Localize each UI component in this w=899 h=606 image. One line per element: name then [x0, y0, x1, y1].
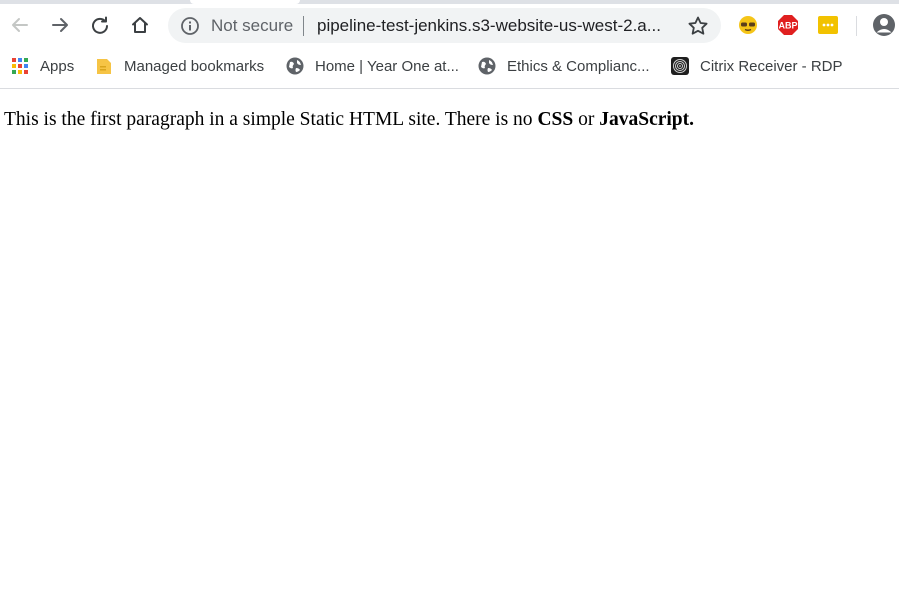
paragraph-text-middle: or	[573, 109, 600, 130]
bookmark-ethics-compliance[interactable]: Ethics & Complianc...	[477, 48, 650, 84]
bookmarks-bar: Apps Managed bookmarks Home | Year One a…	[0, 48, 899, 89]
glasses-extension-icon	[739, 16, 757, 34]
first-paragraph: This is the first paragraph in a simple …	[4, 109, 884, 131]
reload-button[interactable]	[85, 10, 115, 40]
dots-extension-icon	[818, 16, 838, 34]
adblock-plus-icon: ABP	[778, 15, 798, 35]
bookmark-label: Apps	[40, 57, 75, 75]
browser-toolbar: Not secure pipeline-test-jenkins.s3-webs…	[0, 4, 899, 48]
bookmark-citrix-receiver[interactable]: Citrix Receiver - RDP	[670, 48, 843, 84]
globe-icon	[285, 56, 305, 76]
css-bold-text: CSS	[537, 109, 574, 130]
apps-grid-icon	[10, 56, 30, 76]
forward-arrow-icon	[52, 18, 68, 32]
home-button[interactable]	[125, 10, 155, 40]
profile-button[interactable]	[872, 13, 896, 37]
citrix-icon	[670, 56, 690, 76]
url-separator	[303, 16, 304, 36]
bookmark-label: Home | Year One at...	[315, 57, 459, 75]
back-button[interactable]	[5, 10, 35, 40]
glasses-extension-button[interactable]	[737, 14, 759, 36]
forward-button[interactable]	[45, 10, 75, 40]
back-arrow-icon	[12, 18, 28, 32]
bookmark-star-icon[interactable]	[686, 14, 710, 38]
toolbar-separator	[856, 16, 857, 36]
bookmark-managed-bookmarks[interactable]: Managed bookmarks	[94, 48, 264, 84]
folder-icon	[94, 56, 114, 76]
url-text[interactable]: pipeline-test-jenkins.s3-website-us-west…	[317, 16, 677, 36]
globe-icon	[477, 56, 497, 76]
profile-avatar-icon	[873, 14, 895, 36]
paragraph-text: This is the first paragraph in a simple …	[4, 109, 538, 130]
bookmark-home-year-one[interactable]: Home | Year One at...	[285, 48, 459, 84]
bookmark-label: Ethics & Complianc...	[507, 57, 650, 75]
reload-icon	[92, 16, 108, 34]
bookmark-label: Citrix Receiver - RDP	[700, 57, 843, 75]
page-content: This is the first paragraph in a simple …	[4, 109, 884, 131]
adblock-plus-button[interactable]: ABP	[777, 14, 799, 36]
home-icon	[132, 17, 148, 33]
info-icon[interactable]	[180, 16, 200, 36]
javascript-bold-text: JavaScript.	[599, 109, 695, 130]
bookmark-label: Managed bookmarks	[124, 57, 265, 75]
address-bar[interactable]: Not secure pipeline-test-jenkins.s3-webs…	[168, 8, 721, 43]
bookmark-apps[interactable]: Apps	[10, 48, 74, 84]
security-status-label: Not secure	[211, 16, 294, 35]
dots-extension-button[interactable]	[817, 14, 839, 36]
abp-icon-label: ABP	[778, 21, 797, 31]
